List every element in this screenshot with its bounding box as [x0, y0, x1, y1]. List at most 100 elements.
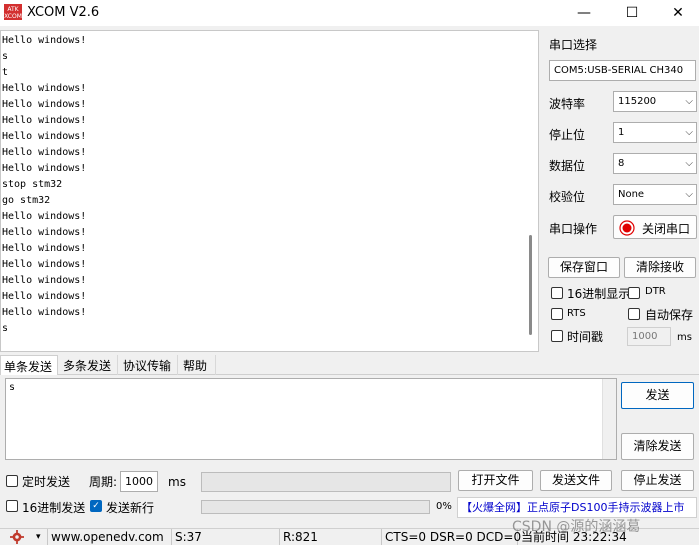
- stop-send-button[interactable]: 停止发送: [621, 470, 694, 491]
- receive-line: Hello windows!: [2, 115, 87, 126]
- svg-text:ATK: ATK: [7, 6, 19, 13]
- hex-send-label: 16进制发送: [22, 501, 86, 515]
- tab-multi-send[interactable]: 多条发送: [60, 355, 118, 375]
- hex-display-label: 16进制显示: [567, 287, 631, 301]
- timestamp-unit: ms: [677, 332, 692, 343]
- auto-save-checkbox[interactable]: [628, 308, 640, 320]
- timestamp-checkbox[interactable]: [551, 330, 563, 342]
- watermark-text: CSDN @源的涵涵葛: [512, 519, 641, 535]
- timed-send-label: 定时发送: [22, 475, 71, 489]
- receive-line: Hello windows!: [2, 99, 87, 110]
- receive-line: Hello windows!: [2, 243, 87, 254]
- gear-icon: [10, 530, 24, 544]
- port-op-label: 串口操作: [549, 222, 598, 236]
- stopbits-select[interactable]: 1 ⌵: [613, 122, 697, 143]
- ad-link-text: 正点原子DS100手持示波器上市: [527, 501, 685, 514]
- timestamp-input[interactable]: 1000: [627, 327, 671, 346]
- clear-receive-button[interactable]: 清除接收: [624, 257, 696, 278]
- ad-link[interactable]: 【火爆全网】正点原子DS100手持示波器上市: [457, 497, 697, 518]
- baud-label: 波特率: [549, 97, 586, 111]
- databits-select[interactable]: 8 ⌵: [613, 153, 697, 174]
- period-label: 周期:: [89, 475, 118, 489]
- receive-line: s: [2, 323, 9, 334]
- chevron-down-icon: ⌵: [685, 96, 693, 107]
- receive-line: Hello windows!: [2, 307, 87, 318]
- send-file-button[interactable]: 发送文件: [540, 470, 612, 491]
- port-value: COM5:USB-SERIAL CH340: [554, 65, 684, 76]
- receive-line: Hello windows!: [2, 83, 87, 94]
- receive-line: s: [2, 51, 9, 62]
- receive-textarea[interactable]: Hello windows! s t Hello windows! Hello wind…: [0, 30, 539, 352]
- svg-text:XCOM: XCOM: [4, 13, 22, 20]
- send-newline-checkbox[interactable]: ✓: [90, 500, 102, 512]
- databits-value: 8: [618, 158, 625, 169]
- send-scrollbar[interactable]: [602, 379, 616, 459]
- receive-line: Hello windows!: [2, 227, 87, 238]
- open-file-button[interactable]: 打开文件: [458, 470, 533, 491]
- send-newline-label: 发送新行: [106, 501, 155, 515]
- send-progress-track: [201, 472, 451, 492]
- window-title: XCOM V2.6: [27, 5, 100, 20]
- xcom-logo-icon: ATK XCOM: [4, 4, 22, 20]
- receive-line: Hello windows!: [2, 275, 87, 286]
- port-label: 串口选择: [549, 38, 598, 52]
- send-textarea[interactable]: s: [5, 378, 617, 460]
- baud-select[interactable]: 115200 ⌵: [613, 91, 697, 112]
- minimize-button[interactable]: —: [561, 0, 607, 26]
- receive-line: Hello windows!: [2, 259, 87, 270]
- hex-display-checkbox[interactable]: [551, 287, 563, 299]
- receive-line: Hello windows!: [2, 211, 87, 222]
- send-button[interactable]: 发送: [621, 382, 694, 409]
- rts-label: RTS: [567, 308, 586, 319]
- progress-percent: 0%: [436, 501, 452, 512]
- receive-scrollbar[interactable]: [524, 31, 538, 351]
- close-port-button[interactable]: 关闭串口: [613, 215, 697, 239]
- receive-line: go stm32: [2, 195, 51, 206]
- timestamp-label: 时间戳: [567, 330, 604, 344]
- port-select[interactable]: COM5:USB-SERIAL CH340: [549, 60, 696, 81]
- file-progress-track: [201, 500, 430, 514]
- clear-send-button[interactable]: 清除发送: [621, 433, 694, 460]
- settings-button[interactable]: ▾: [0, 529, 48, 545]
- close-button[interactable]: ✕: [655, 0, 699, 26]
- tab-single-send[interactable]: 单条发送: [0, 355, 58, 375]
- period-input[interactable]: 1000: [120, 471, 158, 492]
- dtr-checkbox[interactable]: [628, 287, 640, 299]
- minimize-icon: —: [577, 5, 591, 21]
- dropdown-arrow-icon: ▾: [36, 532, 41, 542]
- parity-select[interactable]: None ⌵: [613, 184, 697, 205]
- title-bar[interactable]: ATK XCOM XCOM V2.6 — ☐ ✕: [0, 0, 699, 26]
- chevron-down-icon: ⌵: [685, 189, 693, 200]
- receive-scroll-thumb[interactable]: [529, 235, 532, 335]
- maximize-button[interactable]: ☐: [609, 0, 655, 26]
- chevron-down-icon: ⌵: [685, 158, 693, 169]
- record-icon: [619, 220, 635, 236]
- receive-line: t: [2, 67, 9, 78]
- signal-status: CTS=0 DSR=0 DCD=0: [382, 529, 521, 545]
- receive-line: Hello windows!: [2, 291, 87, 302]
- timed-send-checkbox[interactable]: [6, 475, 18, 487]
- tab-protocol[interactable]: 协议传输: [120, 355, 178, 375]
- parity-label: 校验位: [549, 190, 586, 204]
- close-port-label: 关闭串口: [642, 222, 691, 236]
- ad-link-prefix: 【火爆全网】: [461, 501, 527, 514]
- sent-count: S:37: [172, 529, 280, 545]
- maximize-icon: ☐: [625, 5, 639, 21]
- chevron-down-icon: ⌵: [685, 127, 693, 138]
- parity-value: None: [618, 189, 645, 200]
- stopbits-label: 停止位: [549, 128, 586, 142]
- hex-send-checkbox[interactable]: [6, 500, 18, 512]
- rts-checkbox[interactable]: [551, 308, 563, 320]
- send-tab-bar: 单条发送 多条发送 协议传输 帮助: [0, 355, 699, 375]
- receive-line: stop stm32: [2, 179, 63, 190]
- tab-help[interactable]: 帮助: [180, 355, 216, 375]
- period-unit: ms: [168, 475, 186, 489]
- website-link[interactable]: www.openedv.com: [48, 529, 172, 545]
- save-window-button[interactable]: 保存窗口: [548, 257, 620, 278]
- receive-line: Hello windows!: [2, 35, 87, 46]
- received-count: R:821: [280, 529, 382, 545]
- auto-save-label: 自动保存: [645, 308, 694, 322]
- receive-line: Hello windows!: [2, 131, 87, 142]
- receive-line: Hello windows!: [2, 163, 87, 174]
- baud-value: 115200: [618, 96, 657, 107]
